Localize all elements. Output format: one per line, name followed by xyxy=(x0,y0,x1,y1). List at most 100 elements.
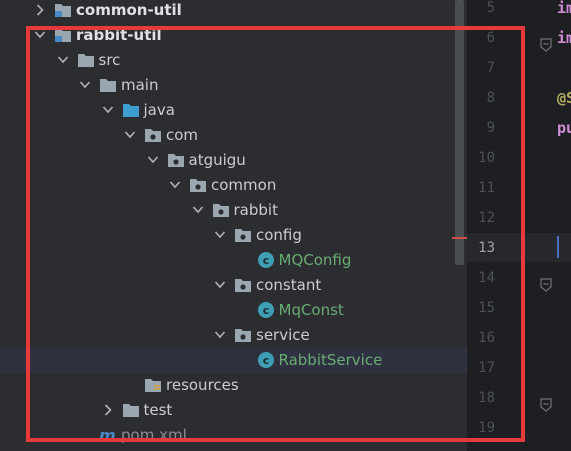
tree-item-rabbit[interactable]: rabbit xyxy=(0,198,467,223)
tree-item-label: common-util xyxy=(76,1,182,19)
tree-item-label: MqConst xyxy=(278,301,344,319)
tree-item-src[interactable]: src xyxy=(0,48,467,73)
gutter-line: 9 xyxy=(467,115,527,145)
line-number: 5 xyxy=(486,0,495,16)
line-number: 18 xyxy=(478,390,495,406)
chevron-down-icon[interactable] xyxy=(124,127,136,143)
line-number: 8 xyxy=(486,90,495,106)
gutter-line: 10 xyxy=(467,145,527,175)
tree-item-label: java xyxy=(143,101,175,119)
chevron-down-icon[interactable] xyxy=(169,177,181,193)
chevron-down-icon[interactable] xyxy=(34,27,46,43)
tree-item-label: resources xyxy=(166,376,239,394)
java-class-icon: c xyxy=(257,251,275,269)
fold-marker-icon[interactable] xyxy=(540,278,552,292)
line-number: 11 xyxy=(478,180,495,196)
tree-item-config[interactable]: config xyxy=(0,223,467,248)
line-number: 13 xyxy=(478,240,495,256)
tree-item-label: service xyxy=(256,326,310,344)
svg-text:m: m xyxy=(99,426,116,444)
chevron-down-icon[interactable] xyxy=(192,202,204,218)
line-number: 12 xyxy=(478,210,495,226)
line-number: 19 xyxy=(478,420,495,436)
tree-item-label: test xyxy=(143,401,173,419)
tree-item-constant[interactable]: constant xyxy=(0,273,467,298)
tree-item-rabbitservice[interactable]: c RabbitService xyxy=(0,348,467,373)
tree-item-common[interactable]: common xyxy=(0,173,467,198)
gutter-line: 16 xyxy=(467,325,527,355)
java-class-icon: c xyxy=(257,301,275,319)
tree-item-java[interactable]: java xyxy=(0,98,467,123)
tree-item-rabbit-util[interactable]: rabbit-util xyxy=(0,23,467,48)
tree-item-test[interactable]: test xyxy=(0,398,467,423)
tree-item-main[interactable]: main xyxy=(0,73,467,98)
tree-item-label: com xyxy=(166,126,199,144)
package-icon xyxy=(234,276,252,294)
line-number: 17 xyxy=(478,360,495,376)
chevron-down-icon[interactable] xyxy=(214,327,226,343)
chevron-down-icon[interactable] xyxy=(214,227,226,243)
gutter-line: 11 xyxy=(467,175,527,205)
fold-marker-icon[interactable] xyxy=(540,398,552,412)
tree-item-label: main xyxy=(121,76,159,94)
tree-scrollbar[interactable] xyxy=(455,0,464,265)
tree-item-pom-xml[interactable]: m pom.xml xyxy=(0,423,467,448)
code-editor[interactable]: 5 6 7 8 9 10 11 12 13 14 15 16 17 18 19 im im @S pu xyxy=(467,0,571,451)
package-icon xyxy=(167,151,185,169)
tree-item-label: RabbitService xyxy=(278,351,383,369)
tree-item-mqconst[interactable]: c MqConst xyxy=(0,298,467,323)
tree-item-atguigu[interactable]: atguigu xyxy=(0,148,467,173)
code-fragment: @S xyxy=(557,89,571,107)
chevron-right-icon[interactable] xyxy=(102,402,114,418)
gutter-line: 5 xyxy=(467,0,527,25)
line-number: 10 xyxy=(478,150,495,166)
folder-icon xyxy=(77,51,95,69)
chevron-down-icon[interactable] xyxy=(79,77,91,93)
tree-item-label: pom.xml xyxy=(121,426,187,444)
folder-icon xyxy=(122,401,140,419)
tree-item-label: rabbit-util xyxy=(76,26,162,44)
package-icon xyxy=(212,201,230,219)
gutter-line: 14 xyxy=(467,265,527,295)
svg-text:c: c xyxy=(262,354,269,367)
fold-marker-icon[interactable] xyxy=(540,38,552,52)
line-number: 14 xyxy=(478,270,495,286)
java-class-icon: c xyxy=(257,351,275,369)
tree-item-label: config xyxy=(256,226,302,244)
gutter-line: 8 xyxy=(467,85,527,115)
tree-item-service[interactable]: service xyxy=(0,323,467,348)
chevron-down-icon[interactable] xyxy=(102,102,114,118)
tree-item-label: rabbit xyxy=(233,201,278,219)
tree-item-com[interactable]: com xyxy=(0,123,467,148)
tree-item-common-util[interactable]: common-util xyxy=(0,0,467,23)
chevron-down-icon[interactable] xyxy=(147,152,159,168)
line-number: 16 xyxy=(478,330,495,346)
gutter-line: 17 xyxy=(467,355,527,385)
gutter-line: 13 xyxy=(467,235,527,265)
chevron-down-icon[interactable] xyxy=(57,52,69,68)
project-tree-panel: common-util rabbit-util src main java com atgu… xyxy=(0,0,467,451)
line-number: 7 xyxy=(486,60,495,76)
tree-item-label: constant xyxy=(256,276,322,294)
tree-item-label: MQConfig xyxy=(278,251,352,269)
source-folder-icon xyxy=(122,101,140,119)
gutter-line: 12 xyxy=(467,205,527,235)
gutter-line: 18 xyxy=(467,385,527,415)
tree-item-resources[interactable]: resources xyxy=(0,373,467,398)
package-icon xyxy=(234,326,252,344)
package-icon xyxy=(234,226,252,244)
module-folder-icon xyxy=(54,26,72,44)
tree-item-label: atguigu xyxy=(188,151,246,169)
module-folder-icon xyxy=(54,1,72,19)
text-caret xyxy=(557,236,559,258)
gutter-line: 19 xyxy=(467,415,527,445)
package-icon xyxy=(144,126,162,144)
svg-text:c: c xyxy=(262,304,269,317)
chevron-down-icon[interactable] xyxy=(214,277,226,293)
tree-item-mqconfig[interactable]: c MQConfig xyxy=(0,248,467,273)
svg-text:c: c xyxy=(262,254,269,267)
tree-item-label: common xyxy=(211,176,277,194)
gutter-line: 7 xyxy=(467,55,527,85)
line-number: 15 xyxy=(478,300,495,316)
chevron-right-icon[interactable] xyxy=(34,2,46,18)
